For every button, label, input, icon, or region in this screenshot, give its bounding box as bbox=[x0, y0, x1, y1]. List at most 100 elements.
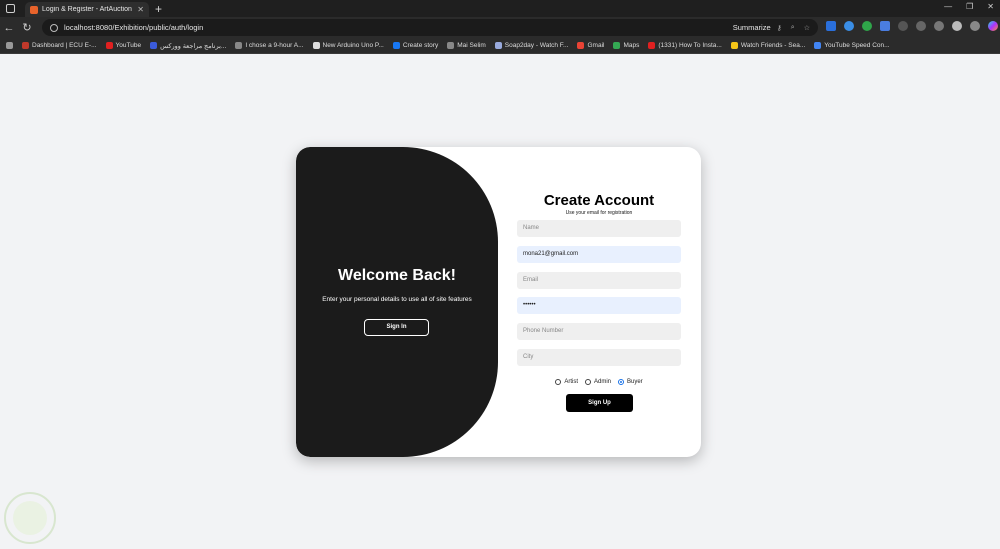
extension-icon[interactable] bbox=[880, 21, 890, 31]
bookmark-label: (1331) How To Insta... bbox=[658, 42, 722, 49]
extension-icon[interactable] bbox=[826, 21, 836, 31]
auth-card: Welcome Back! Enter your personal detail… bbox=[296, 147, 701, 457]
favorite-star-icon[interactable]: ☆ bbox=[804, 24, 810, 32]
collections-icon[interactable] bbox=[934, 21, 944, 31]
close-window-icon[interactable]: ✕ bbox=[987, 2, 994, 11]
bookmark-item[interactable]: Gmail bbox=[577, 42, 604, 49]
tab-title: Login & Register - ArtAuction bbox=[42, 6, 132, 13]
extension-icon[interactable] bbox=[862, 21, 872, 31]
username-field[interactable]: mona21@gmail.com bbox=[517, 246, 681, 263]
site-favicon-icon bbox=[30, 5, 38, 14]
bookmark-favicon-icon bbox=[392, 42, 400, 49]
bookmark-favicon-icon bbox=[22, 42, 29, 49]
bookmark-item[interactable]: Watch Friends - Sea... bbox=[730, 42, 806, 49]
city-field[interactable]: City bbox=[517, 349, 681, 366]
bookmark-label: Soap2day - Watch F... bbox=[504, 42, 569, 49]
url-text[interactable]: localhost:8080/Exhibition/public/auth/lo… bbox=[64, 23, 733, 32]
address-bar[interactable]: localhost:8080/Exhibition/public/auth/lo… bbox=[42, 19, 818, 36]
role-buyer-label: Buyer bbox=[627, 379, 643, 385]
bookmark-label: Dashboard | ECU E-... bbox=[32, 42, 97, 49]
bookmark-label: Maps bbox=[623, 42, 640, 49]
extension-icon[interactable] bbox=[844, 21, 854, 31]
password-value: •••••• bbox=[523, 302, 536, 308]
bookmark-favicon-icon bbox=[235, 42, 243, 49]
bookmark-item[interactable]: New Arduino Uno P... bbox=[312, 42, 384, 49]
radio-buyer[interactable] bbox=[618, 379, 624, 385]
back-arrow-icon[interactable]: ← bbox=[0, 22, 18, 34]
tab-login-register[interactable]: Login & Register - ArtAuction ✕ bbox=[25, 2, 149, 17]
tab-close-icon[interactable]: ✕ bbox=[137, 5, 144, 14]
phone-placeholder: Phone Number bbox=[523, 328, 564, 334]
bookmark-item[interactable]: YouTube Speed Con... bbox=[814, 42, 890, 49]
form-title: Create Account bbox=[543, 192, 655, 209]
bookmark-favicon-icon bbox=[150, 42, 158, 49]
form-subtitle: Use your email for registration bbox=[565, 210, 633, 216]
bookmark-favicon-icon bbox=[814, 42, 822, 49]
bookmark-favicon-icon bbox=[447, 42, 455, 49]
bookmark-label: I chose a 9-hour A... bbox=[245, 42, 304, 49]
bookmark-label: Create story bbox=[402, 42, 439, 49]
role-artist-label: Artist bbox=[564, 379, 578, 385]
bookmark-label: Watch Friends - Sea... bbox=[740, 42, 806, 49]
radio-artist[interactable] bbox=[555, 379, 562, 385]
minimize-icon[interactable]: — bbox=[944, 2, 952, 11]
bookmark-item[interactable]: YouTube bbox=[105, 42, 142, 49]
welcome-title: Welcome Back! bbox=[338, 267, 456, 284]
role-admin[interactable]: Admin bbox=[584, 379, 611, 385]
key-icon[interactable]: ⚷ bbox=[777, 24, 782, 32]
bookmark-favicon-icon bbox=[494, 42, 502, 49]
summarize-button[interactable]: Summarize bbox=[733, 23, 771, 32]
bookmark-label: YouTube Speed Con... bbox=[824, 42, 890, 49]
sign-in-button[interactable]: Sign In bbox=[364, 319, 429, 336]
copilot-icon[interactable] bbox=[988, 21, 998, 31]
bookmark-item[interactable]: Dashboard | ECU E-... bbox=[22, 42, 97, 49]
bookmark-favicon-icon bbox=[648, 42, 656, 49]
bookmark-favicon-icon bbox=[577, 42, 585, 49]
email-placeholder: Email bbox=[523, 277, 539, 283]
name-placeholder: Name bbox=[523, 225, 540, 231]
tab-actions-icon[interactable] bbox=[6, 4, 15, 13]
bookmark-item[interactable]: Mai Selim bbox=[447, 42, 486, 49]
bookmark-label: Mai Selim bbox=[457, 42, 486, 49]
bookmark-item[interactable]: Soap2day - Watch F... bbox=[494, 42, 569, 49]
bookmark-item[interactable]: برنامج مراجعة ووركس... bbox=[150, 42, 226, 50]
bookmark-label: Gmail bbox=[587, 42, 605, 49]
browser-toolbar: ← ↻ localhost:8080/Exhibition/public/aut… bbox=[0, 17, 1000, 38]
apps-icon[interactable] bbox=[6, 42, 13, 49]
split-screen-icon[interactable] bbox=[898, 21, 908, 31]
bookmark-label: YouTube bbox=[115, 42, 142, 49]
phone-field[interactable]: Phone Number bbox=[517, 323, 681, 340]
bookmark-label: New Arduino Uno P... bbox=[322, 42, 384, 49]
browser-tab-bar: Login & Register - ArtAuction ✕ + — ❐ ✕ bbox=[0, 0, 1000, 17]
role-selector: Artist Admin Buyer bbox=[517, 379, 681, 385]
bookmark-item[interactable]: Maps bbox=[613, 42, 639, 49]
maximize-icon[interactable]: ❐ bbox=[966, 2, 973, 11]
bookmark-favicon-icon bbox=[105, 42, 113, 49]
extensions-area bbox=[826, 21, 998, 31]
favorites-icon[interactable] bbox=[916, 21, 926, 31]
site-info-icon[interactable] bbox=[50, 23, 58, 32]
bookmark-item[interactable]: Create story bbox=[392, 42, 439, 49]
zoom-icon[interactable]: ⌕ bbox=[791, 24, 795, 32]
role-admin-label: Admin bbox=[593, 379, 611, 385]
sign-up-button[interactable]: Sign Up bbox=[566, 394, 633, 412]
bookmark-item[interactable]: I chose a 9-hour A... bbox=[235, 42, 304, 49]
menu-icon[interactable] bbox=[970, 21, 980, 31]
welcome-subtitle: Enter your personal details to use all o… bbox=[322, 296, 472, 303]
bookmark-label: برنامج مراجعة ووركس... bbox=[160, 42, 227, 50]
reload-icon[interactable]: ↻ bbox=[18, 21, 36, 34]
watermark-inner bbox=[13, 501, 47, 535]
bookmark-item[interactable]: (1331) How To Insta... bbox=[648, 42, 722, 49]
email-field[interactable]: Email bbox=[517, 272, 681, 289]
new-tab-button[interactable]: + bbox=[155, 2, 162, 16]
profile-avatar[interactable] bbox=[952, 21, 962, 31]
name-field[interactable]: Name bbox=[517, 220, 681, 237]
role-buyer[interactable]: Buyer bbox=[618, 379, 643, 385]
window-controls: — ❐ ✕ bbox=[944, 2, 994, 11]
radio-admin[interactable] bbox=[584, 379, 591, 385]
password-field[interactable]: •••••• bbox=[517, 297, 681, 314]
role-artist[interactable]: Artist bbox=[555, 379, 578, 385]
bookmark-favicon-icon bbox=[312, 42, 320, 49]
watermark-logo bbox=[4, 492, 56, 544]
username-value: mona21@gmail.com bbox=[523, 251, 579, 257]
